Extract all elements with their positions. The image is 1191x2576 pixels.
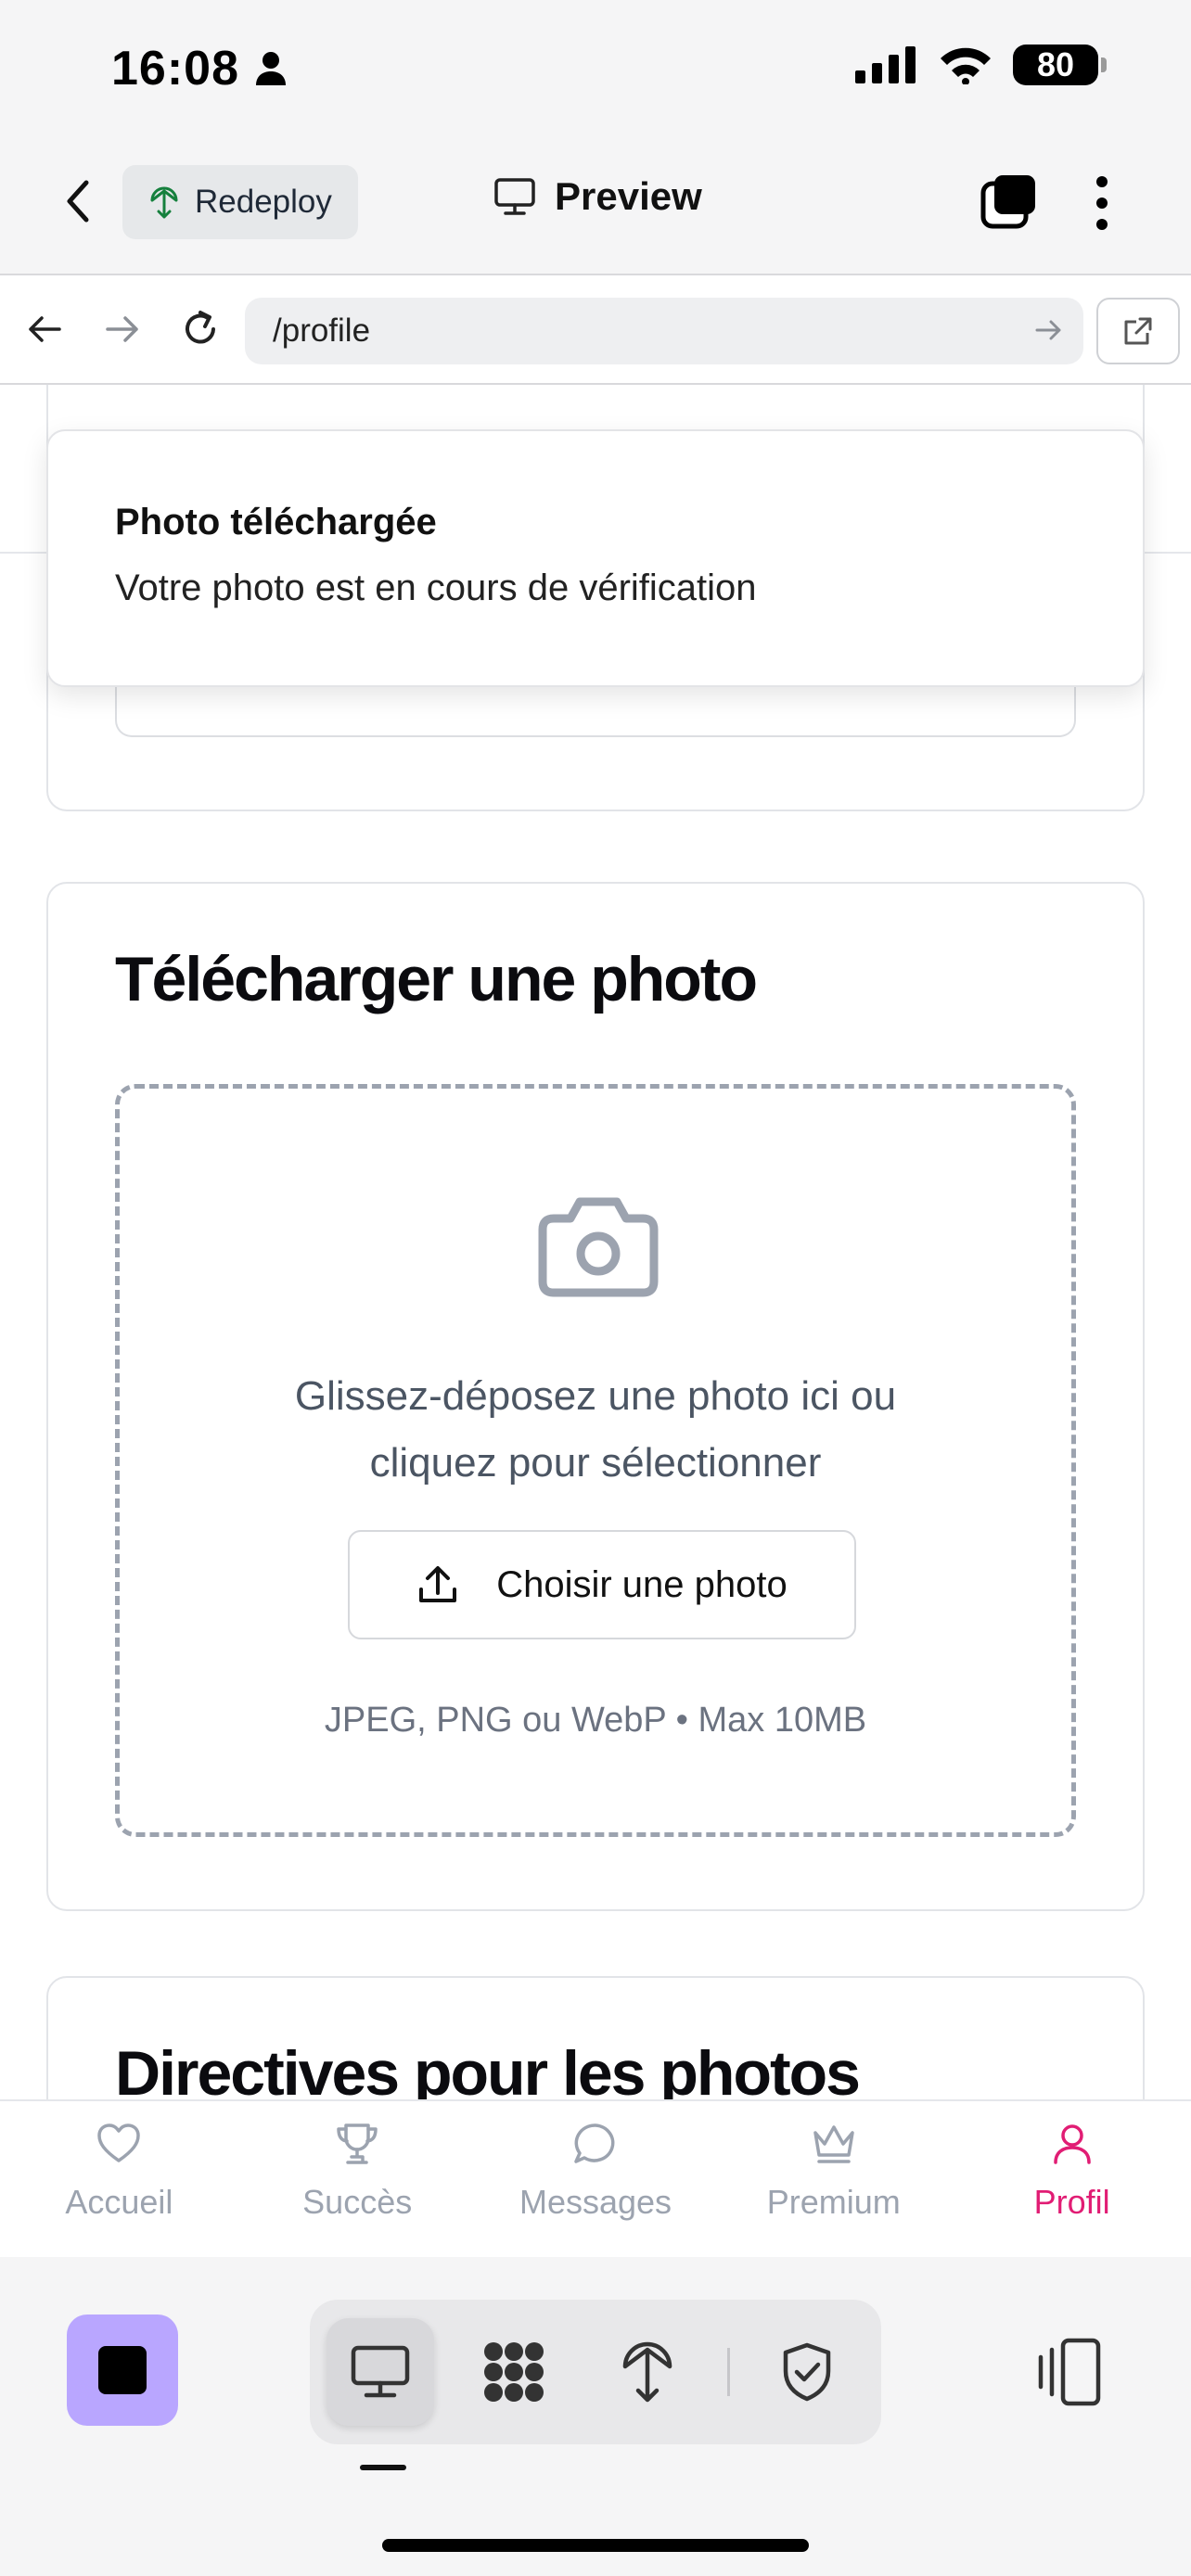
arrow-left-icon xyxy=(29,316,61,342)
upload-icon xyxy=(419,1566,457,1602)
deploy-icon xyxy=(150,186,178,219)
redeploy-button[interactable]: Redeploy xyxy=(122,165,358,239)
tabs-icon[interactable] xyxy=(980,172,1039,232)
preview-label: Preview xyxy=(555,174,702,218)
tab-label-succes: Succès xyxy=(302,2183,413,2221)
dropzone-text-line2: cliquez pour sélectionner xyxy=(369,1440,822,1486)
tab-label-messages: Messages xyxy=(519,2183,672,2221)
bottom-tab-bar: Accueil Succès Messages Premium Profil xyxy=(0,2099,1191,2257)
status-indicators: 80 xyxy=(855,45,1107,85)
wifi-icon xyxy=(941,47,991,84)
more-vertical-icon[interactable] xyxy=(1091,171,1113,236)
browser-url-bar: /profile xyxy=(0,274,1191,385)
guidelines-card-title: Directives pour les photos xyxy=(115,2038,861,2100)
user-icon xyxy=(1053,2124,1091,2164)
choose-photo-label: Choisir une photo xyxy=(496,1563,788,1605)
segment-divider xyxy=(727,2348,730,2396)
toast-description: Votre photo est en cours de vérification xyxy=(115,567,757,608)
tab-premium[interactable]: Premium xyxy=(714,2101,953,2257)
camera-icon xyxy=(538,1197,659,1297)
deploy-icon xyxy=(622,2341,672,2403)
heart-icon xyxy=(97,2123,141,2162)
app-top-chrome: 16:08 80 Redeploy Preview xyxy=(0,0,1191,274)
segment-security[interactable] xyxy=(753,2318,861,2426)
tab-label-accueil: Accueil xyxy=(65,2183,173,2221)
stop-icon xyxy=(98,2346,147,2394)
tab-label-profil: Profil xyxy=(1033,2183,1110,2221)
dev-toolbar xyxy=(0,2257,1191,2576)
open-external-button[interactable] xyxy=(1096,298,1180,364)
preview-title[interactable]: Preview xyxy=(493,174,702,219)
trophy-icon xyxy=(337,2123,378,2164)
tab-succes[interactable]: Succès xyxy=(238,2101,477,2257)
reload-icon xyxy=(186,311,215,344)
rotate-device-icon[interactable] xyxy=(1031,2335,1106,2409)
monitor-icon xyxy=(351,2345,410,2398)
browser-forward-button[interactable] xyxy=(96,303,148,355)
battery-indicator: 80 xyxy=(1013,45,1107,85)
view-switcher xyxy=(310,2300,881,2444)
segment-preview[interactable] xyxy=(327,2318,434,2426)
toast-title: Photo téléchargée xyxy=(115,502,437,542)
monitor-icon xyxy=(494,178,535,215)
arrow-right-icon xyxy=(106,316,138,342)
choose-photo-button[interactable]: Choisir une photo xyxy=(348,1530,856,1639)
back-button[interactable] xyxy=(56,172,100,231)
stop-button[interactable] xyxy=(67,2315,178,2426)
apps-grid-icon xyxy=(484,2342,544,2402)
selected-segment-indicator xyxy=(360,2465,406,2470)
shield-check-icon xyxy=(783,2342,831,2402)
battery-level: 80 xyxy=(1036,45,1075,83)
browser-back-button[interactable] xyxy=(19,303,70,355)
tab-accueil[interactable]: Accueil xyxy=(0,2101,238,2257)
redeploy-label: Redeploy xyxy=(195,184,332,220)
segment-apps[interactable] xyxy=(460,2318,568,2426)
tab-messages[interactable]: Messages xyxy=(477,2101,715,2257)
photo-guidelines-card: Directives pour les photos xyxy=(46,1976,1145,2100)
dropzone-text-line1: Glissez-déposez une photo ici ou xyxy=(294,1373,897,1419)
go-arrow-icon[interactable] xyxy=(1033,314,1065,346)
url-text: /profile xyxy=(273,312,371,349)
tab-profil[interactable]: Profil xyxy=(953,2101,1191,2257)
browser-reload-button[interactable] xyxy=(174,303,226,355)
url-input[interactable]: /profile xyxy=(245,298,1083,364)
status-time: 16:08 xyxy=(111,41,288,96)
segment-deploy[interactable] xyxy=(594,2318,701,2426)
person-icon xyxy=(256,52,286,85)
cellular-signal-icon xyxy=(855,46,916,83)
crown-icon xyxy=(813,2125,854,2163)
upload-toast[interactable]: Photo téléchargée Votre photo est en cou… xyxy=(46,429,1145,687)
accepted-formats: JPEG, PNG ou WebP • Max 10MB xyxy=(324,1701,867,1740)
status-time-text: 16:08 xyxy=(111,42,239,96)
external-link-icon xyxy=(1124,317,1152,345)
chevron-left-icon xyxy=(67,180,89,223)
page-content: Télécharger une photo Glissez-déposez un… xyxy=(0,385,1191,2100)
upload-card-title: Télécharger une photo xyxy=(115,944,758,1014)
photo-dropzone[interactable]: Glissez-déposez une photo ici ou cliquez… xyxy=(115,1084,1076,1837)
home-indicator xyxy=(382,2539,809,2552)
upload-photo-card: Télécharger une photo Glissez-déposez un… xyxy=(46,882,1145,1911)
tab-label-premium: Premium xyxy=(766,2183,901,2221)
chat-bubble-icon xyxy=(574,2123,615,2163)
dropzone-instructions: Glissez-déposez une photo ici ou cliquez… xyxy=(120,1363,1071,1497)
